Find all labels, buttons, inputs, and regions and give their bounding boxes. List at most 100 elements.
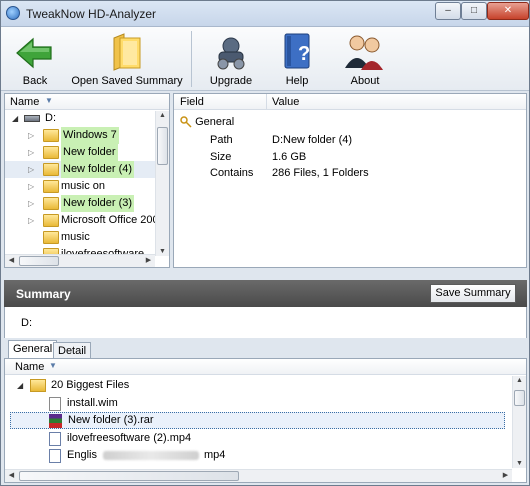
minimize-button[interactable]: –	[435, 2, 461, 20]
property-value-path: D:New folder (4)	[272, 134, 353, 146]
about-label: About	[350, 75, 380, 87]
tree-folder-item[interactable]: music	[5, 229, 155, 246]
collapsed-triangle-icon: ▷	[28, 165, 35, 174]
property-group[interactable]: General	[180, 116, 234, 128]
folder-icon	[113, 33, 141, 71]
files-name-header: Name	[15, 361, 45, 373]
scroll-right-arrow-icon[interactable]: ▶	[499, 471, 512, 479]
file-icon	[49, 397, 61, 411]
tree-folder-item[interactable]: ▷ music on	[5, 178, 155, 195]
tree-item-label: New folder	[61, 144, 118, 161]
files-column-header[interactable]: Name ▼	[5, 359, 526, 375]
property-field-size: Size	[210, 151, 232, 163]
maximize-button[interactable]: □	[461, 2, 487, 20]
video-file-icon	[49, 449, 61, 463]
tree-horizontal-scrollbar[interactable]: ◀ ▶	[5, 254, 155, 267]
blurred-filename	[103, 451, 199, 460]
property-value-contains: 286 Files, 1 Folders	[272, 167, 369, 179]
collapsed-triangle-icon: ▷	[28, 199, 35, 208]
tree-folder-item[interactable]: ▷ Microsoft Office 200	[5, 212, 155, 229]
files-vertical-scrollbar[interactable]: ▲ ▼	[512, 376, 526, 468]
file-row[interactable]: Englis mp4	[5, 447, 505, 464]
scrollbar-thumb[interactable]	[514, 390, 525, 406]
open-saved-summary-button[interactable]: Open Saved Summary	[71, 29, 183, 89]
open-saved-summary-label: Open Saved Summary	[71, 75, 183, 87]
help-book-icon: ?	[284, 33, 310, 69]
folder-tree[interactable]: Name ▼ ◢ D: ▷ Windows 7 ▷ New folder ▷ N…	[4, 93, 170, 268]
drive-label: D:	[45, 112, 56, 124]
folder-icon	[43, 197, 59, 210]
svg-text:?: ?	[298, 43, 310, 65]
back-label: Back	[22, 75, 48, 87]
properties-column-header: Field Value	[174, 94, 526, 110]
file-row-selected[interactable]: New folder (3).rar	[10, 412, 505, 429]
file-group-row[interactable]: ◢ 20 Biggest Files	[5, 377, 505, 394]
tree-folder-item-selected[interactable]: ▷ New folder (4)	[5, 161, 155, 178]
back-arrow-icon	[16, 37, 52, 69]
file-name: ilovefreesoftware (2).mp4	[67, 432, 192, 444]
scrollbar-thumb[interactable]	[19, 471, 239, 481]
property-field-contains: Contains	[210, 167, 254, 179]
files-horizontal-scrollbar[interactable]: ◀ ▶	[5, 469, 512, 482]
folder-icon	[43, 180, 59, 193]
expanded-triangle-icon: ◢	[12, 114, 19, 123]
key-icon	[180, 116, 192, 128]
tree-vertical-scrollbar[interactable]: ▲ ▼	[155, 111, 169, 256]
upgrade-button[interactable]: Upgrade	[199, 29, 263, 89]
tree-folder-item[interactable]: ▷ New folder	[5, 144, 155, 161]
tree-folder-item[interactable]: ▷ Windows 7	[5, 127, 155, 144]
people-icon	[345, 35, 383, 70]
scroll-up-arrow-icon[interactable]: ▲	[156, 112, 169, 119]
tree-item-label: New folder (4)	[61, 161, 135, 178]
help-button[interactable]: ? Help	[267, 29, 327, 89]
tab-general[interactable]: General	[8, 340, 58, 359]
about-button[interactable]: About	[333, 29, 397, 89]
scroll-down-arrow-icon[interactable]: ▼	[156, 248, 169, 255]
summary-title: Summary	[16, 287, 71, 301]
collapsed-triangle-icon: ▷	[28, 131, 35, 140]
sort-chevron-down-icon: ▼	[49, 361, 57, 370]
file-row[interactable]: install.wim	[5, 395, 505, 412]
value-header[interactable]: Value	[272, 96, 299, 108]
folder-icon	[43, 231, 59, 244]
back-button[interactable]: Back	[3, 29, 67, 89]
rar-archive-icon	[49, 414, 62, 428]
title-bar[interactable]: TweakNow HD-Analyzer – □ ✕	[1, 1, 529, 27]
scroll-left-arrow-icon[interactable]: ◀	[5, 256, 18, 264]
scroll-up-arrow-icon[interactable]: ▲	[513, 377, 526, 384]
sort-chevron-down-icon: ▼	[45, 96, 53, 105]
tree-item-label: music	[61, 231, 90, 243]
biggest-files-list[interactable]: Name ▼ ◢ 20 Biggest Files install.wim Ne…	[4, 358, 527, 483]
file-name-end: mp4	[204, 449, 226, 461]
app-window: TweakNow HD-Analyzer – □ ✕ Back Open Sav…	[0, 0, 530, 486]
folder-icon	[43, 214, 59, 227]
properties-pane[interactable]: Field Value General Path D:New folder (4…	[173, 93, 527, 268]
scroll-left-arrow-icon[interactable]: ◀	[5, 471, 18, 479]
file-name: install.wim	[67, 397, 118, 409]
close-button[interactable]: ✕	[487, 2, 529, 20]
upgrade-label: Upgrade	[209, 75, 253, 87]
tree-folder-item[interactable]: ilovefreesoftware	[5, 246, 155, 254]
tree-column-header[interactable]: Name ▼	[5, 94, 169, 110]
field-header[interactable]: Field	[180, 96, 204, 108]
folder-icon	[43, 146, 59, 159]
folder-icon	[30, 379, 46, 392]
scrollbar-thumb[interactable]	[157, 127, 168, 165]
tree-drive-d[interactable]: ◢ D:	[5, 110, 155, 127]
scroll-right-arrow-icon[interactable]: ▶	[142, 256, 155, 264]
save-summary-button[interactable]: Save Summary	[430, 284, 516, 303]
app-icon	[6, 6, 20, 20]
file-row[interactable]: ilovefreesoftware (2).mp4	[5, 430, 505, 447]
tree-item-label: Windows 7	[61, 127, 119, 144]
header-divider	[266, 94, 267, 110]
tree-item-label: Microsoft Office 200	[61, 214, 155, 226]
tree-folder-item[interactable]: ▷ New folder (3)	[5, 195, 155, 212]
folder-icon	[43, 129, 59, 142]
help-label: Help	[285, 75, 309, 87]
scroll-down-arrow-icon[interactable]: ▼	[513, 460, 526, 467]
tab-detail[interactable]: Detail	[53, 342, 92, 358]
summary-header: Summary Save Summary	[4, 280, 527, 307]
scrollbar-thumb[interactable]	[19, 256, 59, 266]
summary-path-area: D:	[4, 307, 527, 338]
toolbar-separator	[191, 31, 192, 87]
